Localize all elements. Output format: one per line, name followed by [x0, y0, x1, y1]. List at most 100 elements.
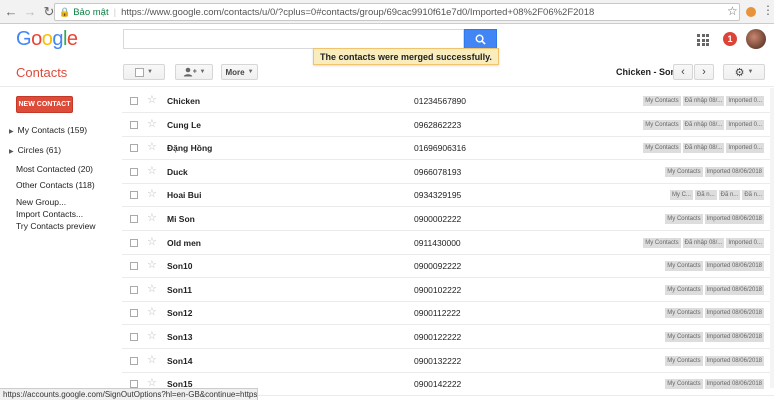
- table-row[interactable]: ☆ Duck 0966078193 My Contacts Imported 08/06…: [122, 160, 774, 184]
- group-tag[interactable]: Đã nhập 08/...: [682, 119, 725, 130]
- search-input[interactable]: [123, 29, 464, 49]
- group-tag[interactable]: Imported 08/06/2018: [704, 214, 764, 224]
- select-all-button[interactable]: ▼: [123, 64, 165, 80]
- group-tag[interactable]: Imported 0...: [726, 237, 764, 248]
- row-checkbox[interactable]: [130, 356, 138, 365]
- avatar[interactable]: [746, 29, 766, 49]
- table-row[interactable]: ☆ Son13 0900122222 My Contacts Imported 08/0…: [122, 325, 774, 349]
- prev-page-button[interactable]: ‹: [673, 64, 693, 80]
- sidebar-item-my-contacts[interactable]: ▶ My Contacts (159): [9, 125, 87, 135]
- notification-badge[interactable]: 1: [723, 32, 737, 46]
- new-contact-button[interactable]: NEW CONTACT: [16, 96, 73, 113]
- group-tag[interactable]: My Contacts: [665, 166, 703, 177]
- star-icon[interactable]: ☆: [147, 188, 157, 200]
- table-row[interactable]: ☆ Old men 0911430000 My Contacts Đã nhập 08/…: [122, 231, 774, 255]
- group-tag[interactable]: My Contacts: [643, 96, 681, 106]
- group-tag[interactable]: My C...: [669, 190, 693, 201]
- group-tag[interactable]: My Contacts: [665, 332, 703, 342]
- search-button[interactable]: [464, 29, 497, 49]
- group-tag[interactable]: My Contacts: [643, 119, 681, 130]
- row-checkbox[interactable]: [130, 144, 138, 153]
- star-icon[interactable]: ☆: [147, 283, 157, 295]
- row-checkbox[interactable]: [130, 120, 138, 129]
- group-tag[interactable]: Imported 08/06/2018: [704, 166, 764, 177]
- star-icon[interactable]: ☆: [147, 212, 157, 224]
- contact-name[interactable]: Son13: [167, 332, 193, 342]
- group-tag[interactable]: My Contacts: [665, 284, 703, 295]
- group-tag[interactable]: My Contacts: [643, 143, 681, 154]
- star-icon[interactable]: ☆: [147, 165, 157, 177]
- row-checkbox[interactable]: [130, 285, 138, 294]
- star-icon[interactable]: ☆: [147, 141, 157, 153]
- apps-grid-icon[interactable]: [697, 34, 709, 46]
- group-tag[interactable]: Imported 0...: [726, 143, 764, 154]
- bookmark-star-icon[interactable]: ☆: [727, 4, 738, 18]
- settings-button[interactable]: ⚙ ▼: [723, 64, 765, 80]
- group-tag[interactable]: My Contacts: [665, 379, 703, 390]
- group-tag[interactable]: My Contacts: [643, 237, 681, 248]
- table-row[interactable]: ☆ Son10 0900092222 My Contacts Imported 08/0…: [122, 254, 774, 279]
- extension-icon[interactable]: [746, 7, 756, 17]
- back-icon[interactable]: ←: [3, 4, 19, 20]
- contact-name[interactable]: Chicken: [167, 96, 200, 106]
- address-bar[interactable]: 🔒 Bảo mật | https://www.google.com/conta…: [54, 3, 740, 21]
- group-tag[interactable]: Đã n...: [694, 190, 717, 201]
- group-tag[interactable]: My Contacts: [665, 308, 703, 319]
- expand-arrow-icon[interactable]: ▶: [9, 149, 14, 155]
- group-tag[interactable]: My Contacts: [665, 355, 703, 366]
- contact-name[interactable]: Hoai Bui: [167, 190, 201, 200]
- group-tag[interactable]: Đã nhập 08/...: [682, 96, 725, 106]
- contact-name[interactable]: Son14: [167, 356, 193, 366]
- google-logo[interactable]: Google: [16, 28, 78, 51]
- scrollbar[interactable]: [770, 88, 774, 388]
- table-row[interactable]: ☆ Hoai Bui 0934329195 My C... Đã n... Đã n...…: [122, 183, 774, 208]
- sidebar-item-other-contacts[interactable]: Other Contacts (118): [16, 180, 95, 190]
- row-checkbox[interactable]: [130, 97, 138, 105]
- group-tag[interactable]: Imported 08/06/2018: [704, 332, 764, 342]
- group-tag[interactable]: Imported 08/06/2018: [704, 379, 764, 390]
- table-row[interactable]: ☆ Đặng Hồng 01696906316 My Contacts Đã nhập …: [122, 136, 774, 161]
- sidebar-item-circles[interactable]: ▶ Circles (61): [9, 145, 61, 155]
- star-icon[interactable]: ☆: [147, 354, 157, 366]
- add-to-group-button[interactable]: ▼: [175, 64, 213, 80]
- group-tag[interactable]: Đã n...: [718, 190, 741, 201]
- star-icon[interactable]: ☆: [147, 330, 157, 342]
- group-tag[interactable]: Imported 08/06/2018: [704, 284, 764, 295]
- import-contacts-link[interactable]: Import Contacts...: [16, 209, 83, 219]
- next-page-button[interactable]: ›: [694, 64, 714, 80]
- group-tag[interactable]: Imported 08/06/2018: [704, 355, 764, 366]
- star-icon[interactable]: ☆: [147, 236, 157, 248]
- star-icon[interactable]: ☆: [147, 118, 157, 130]
- contact-name[interactable]: Mi Son: [167, 214, 195, 224]
- group-tag[interactable]: Imported 0...: [726, 96, 764, 106]
- group-tag[interactable]: Imported 08/06/2018: [704, 261, 764, 272]
- contact-name[interactable]: Duck: [167, 167, 188, 177]
- row-checkbox[interactable]: [130, 262, 138, 271]
- table-row[interactable]: ☆ Mi Son 0900002222 My Contacts Imported 08/…: [122, 207, 774, 231]
- contact-name[interactable]: Cung Le: [167, 120, 201, 130]
- table-row[interactable]: ☆ Son12 0900112222 My Contacts Imported 08/0…: [122, 301, 774, 326]
- contact-name[interactable]: Old men: [167, 238, 201, 248]
- new-group-link[interactable]: New Group...: [16, 197, 66, 207]
- group-tag[interactable]: Imported 08/06/2018: [704, 308, 764, 319]
- row-checkbox[interactable]: [130, 167, 138, 176]
- row-checkbox[interactable]: [130, 333, 138, 341]
- table-row[interactable]: ☆ Cung Le 0962862223 My Contacts Đã nhập 08/…: [122, 113, 774, 137]
- sidebar-item-most-contacted[interactable]: Most Contacted (20): [16, 164, 93, 174]
- group-tag[interactable]: Imported 0...: [726, 119, 764, 130]
- table-row[interactable]: ☆ Son14 0900132222 My Contacts Imported 08/0…: [122, 349, 774, 373]
- contact-name[interactable]: Đặng Hồng: [167, 143, 212, 153]
- star-icon[interactable]: ☆: [147, 94, 157, 106]
- group-tag[interactable]: My Contacts: [665, 214, 703, 224]
- contact-name[interactable]: Son10: [167, 261, 193, 271]
- row-checkbox[interactable]: [130, 380, 138, 389]
- page-title[interactable]: Contacts: [16, 65, 67, 80]
- star-icon[interactable]: ☆: [147, 306, 157, 318]
- expand-arrow-icon[interactable]: ▶: [9, 129, 14, 135]
- try-preview-link[interactable]: Try Contacts preview: [16, 221, 96, 231]
- row-checkbox[interactable]: [130, 191, 138, 200]
- group-tag[interactable]: Đã n...: [742, 190, 764, 201]
- row-checkbox[interactable]: [130, 238, 138, 247]
- group-tag[interactable]: Đã nhập 08/...: [682, 237, 725, 248]
- star-icon[interactable]: ☆: [147, 259, 157, 271]
